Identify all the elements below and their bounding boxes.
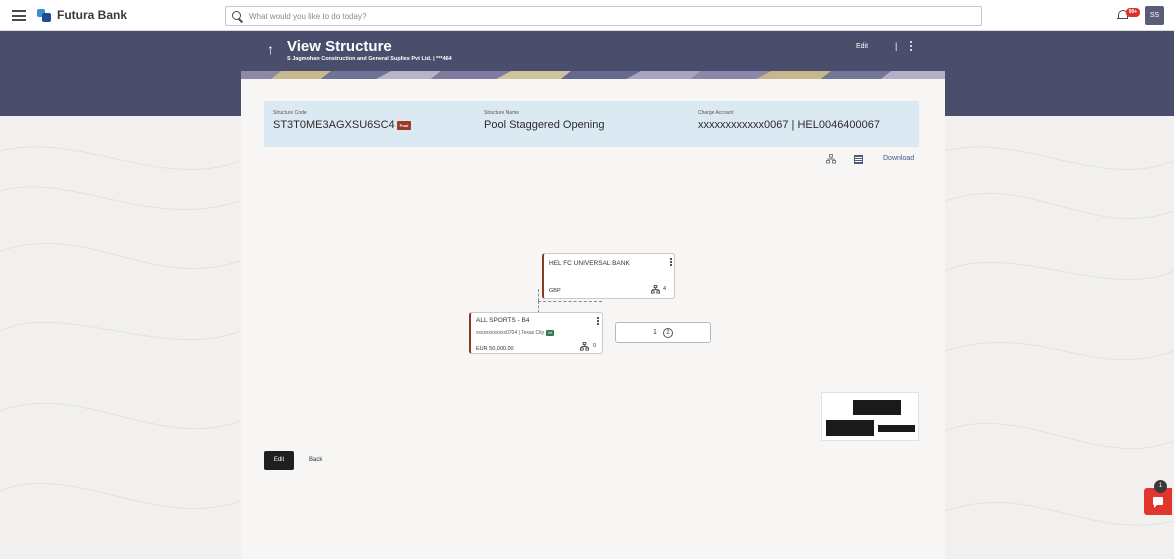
structure-code-text: ST3T0ME3AGXSU6SC4 (273, 119, 395, 131)
structure-name-value: Pool Staggered Opening (484, 119, 605, 131)
structure-code-value: ST3T0ME3AGXSU6SC4 Pool (273, 119, 412, 131)
charge-account-value: xxxxxxxxxxxx0067 | HEL0046400067 (698, 119, 881, 131)
search-input[interactable]: What would you like to do today? (225, 6, 982, 26)
edit-button[interactable]: Edit (264, 451, 294, 470)
structure-name-label: Structure Name (484, 110, 520, 116)
child-node-menu-icon[interactable] (597, 317, 599, 326)
brand-logo[interactable]: Futura Bank (37, 8, 127, 22)
page-header: ↑ View Structure S Jagmohan Construction… (241, 31, 945, 79)
structure-code-label: Structure Code (273, 110, 307, 116)
header-edit-link[interactable]: Edit (856, 43, 868, 50)
hierarchy-icon (651, 285, 660, 294)
brand-name: Futura Bank (57, 8, 128, 22)
page-title: View Structure (287, 38, 392, 55)
top-bar: Futura Bank What would you like to do to… (0, 0, 1174, 31)
root-node-currency: GBP (549, 288, 561, 294)
notification-badge: 99+ (1126, 8, 1140, 17)
mini-map[interactable] (821, 392, 919, 441)
more-options-icon[interactable] (910, 41, 913, 53)
root-node-child-count: 4 (663, 286, 667, 292)
table-view-icon[interactable] (854, 155, 863, 164)
download-link[interactable]: Download (883, 155, 914, 162)
root-node-menu-icon[interactable] (670, 258, 672, 267)
structure-info-panel: Structure Code ST3T0ME3AGXSU6SC4 Pool St… (264, 101, 919, 147)
avatar[interactable]: SS (1145, 6, 1164, 25)
child-node-amount: EUR 50,000.00 (476, 346, 514, 352)
header-separator: | (895, 41, 898, 51)
hierarchy-icon (580, 342, 589, 351)
back-button[interactable]: Back (309, 457, 322, 463)
page-subtitle: S Jagmohan Construction and General Supl… (287, 56, 452, 62)
child-node[interactable]: ALL SPORTS - B4 xxxxxxxxxxxx0704 | Texas… (469, 312, 603, 354)
search-icon (232, 10, 243, 22)
hero-decorative-strip (241, 71, 945, 79)
root-node[interactable]: HEL FC UNIVERSAL BANK GBP 4 (542, 253, 675, 299)
chat-badge: 1 (1154, 480, 1167, 493)
node-pagination: 1 2 (615, 322, 711, 343)
child-node-account-text: xxxxxxxxxxxx0704 | Texas City (476, 330, 545, 336)
bank-logo-icon (37, 8, 51, 22)
chat-icon (1153, 497, 1163, 508)
back-arrow-icon[interactable]: ↑ (267, 41, 274, 57)
structure-name-field: Structure Name Pool Staggered Opening (484, 110, 604, 131)
main-content: ↑ View Structure S Jagmohan Construction… (241, 31, 945, 559)
child-node-child-count: 0 (593, 343, 597, 349)
menu-icon[interactable] (12, 10, 26, 21)
pagination-current[interactable]: 1 (653, 329, 657, 336)
child-node-name: ALL SPORTS - B4 (476, 317, 530, 324)
structure-code-field: Structure Code ST3T0ME3AGXSU6SC4 Pool (273, 110, 412, 131)
child-node-int-badge: Int (546, 330, 555, 336)
tree-view-icon[interactable] (826, 154, 836, 164)
charge-account-field: Charge Account xxxxxxxxxxxx0067 | HEL004… (698, 110, 880, 131)
search-placeholder: What would you like to do today? (249, 11, 367, 21)
child-node-account: xxxxxxxxxxxx0704 | Texas City Int (476, 330, 555, 336)
root-node-name: HEL FC UNIVERSAL BANK (549, 260, 630, 267)
tree-connector (538, 289, 539, 301)
charge-account-label: Charge Account (698, 110, 734, 116)
pagination-next[interactable]: 2 (662, 327, 673, 338)
structure-type-badge: Pool (396, 120, 412, 130)
